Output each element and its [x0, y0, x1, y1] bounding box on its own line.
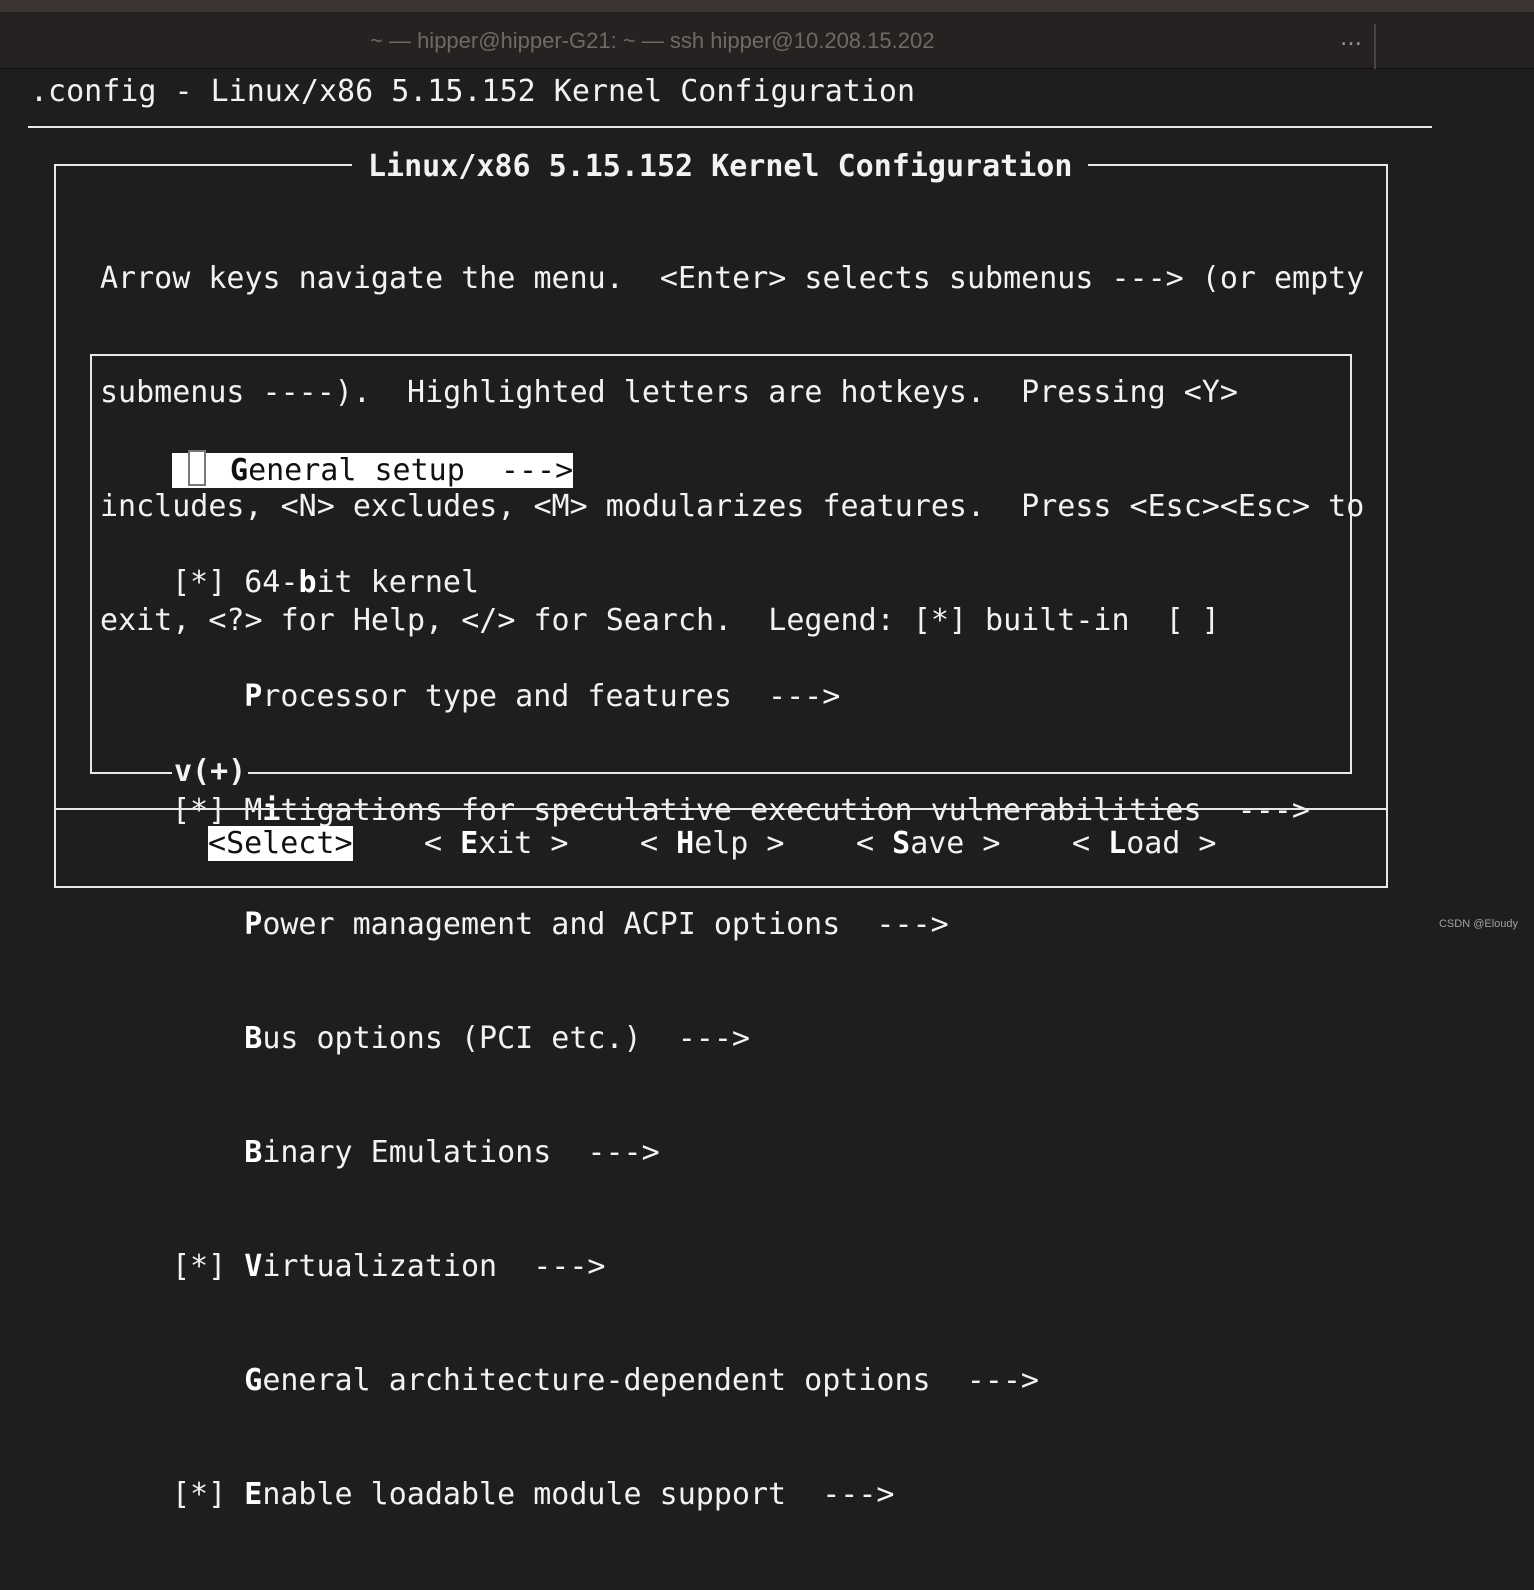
- button-bar: <Select> < Exit > < Help > < Save > < Lo…: [56, 826, 1386, 866]
- hotkey: P: [244, 907, 263, 942]
- hotkey: E: [244, 1477, 263, 1512]
- hotkey: H: [676, 826, 695, 861]
- cursor-icon: [188, 450, 206, 486]
- checkbox-built-in[interactable]: [*]: [172, 565, 244, 600]
- hotkey: L: [1108, 826, 1127, 861]
- bracket: >: [1180, 826, 1217, 861]
- title-rule: [28, 126, 1432, 128]
- hotkey: G: [230, 453, 249, 488]
- button-label: oad: [1126, 826, 1181, 861]
- menu-item-label: ower management and ACPI options --->: [262, 907, 949, 942]
- menu-item-label: rocessor type and features --->: [262, 679, 841, 714]
- hotkey: V: [244, 1249, 263, 1284]
- menu-item-prefix: [172, 907, 244, 942]
- config-title: .config - Linux/x86 5.15.152 Kernel Conf…: [30, 74, 916, 109]
- menu-item-label-pre: M: [244, 793, 263, 828]
- hotkey: B: [244, 1021, 263, 1056]
- menu-item-64bit-kernel[interactable]: [*] 64-bit kernel: [172, 564, 1310, 602]
- menuconfig-dialog: Linux/x86 5.15.152 Kernel Configuration …: [54, 149, 1388, 1512]
- menu-item-label: eneral setup --->: [248, 453, 574, 488]
- menu-item-label: irtualization --->: [262, 1249, 606, 1284]
- bracket: <: [1072, 826, 1109, 861]
- menu-item-label: us options (PCI etc.) --->: [262, 1021, 750, 1056]
- menu-item-binary-emulations[interactable]: Binary Emulations --->: [172, 1134, 1310, 1172]
- hotkey: E: [460, 826, 479, 861]
- menu-item-label: inary Emulations --->: [262, 1135, 660, 1170]
- menu-item-mitigations[interactable]: [*] Mitigations for speculative executio…: [172, 792, 1310, 830]
- menu-list: General setup ---> [*] 64-bit kernel Pro…: [172, 374, 1310, 1590]
- button-label: elp: [694, 826, 749, 861]
- hotkey: S: [892, 826, 911, 861]
- menu-item-prefix: [172, 1135, 244, 1170]
- menu-item-prefix: [172, 679, 244, 714]
- hotkey: G: [244, 1363, 263, 1398]
- button-separator: [56, 808, 1386, 810]
- bracket: >: [334, 826, 353, 861]
- checkbox-built-in[interactable]: [*]: [172, 1249, 244, 1284]
- menu-item-label: tigations for speculative execution vuln…: [280, 793, 1310, 828]
- checkbox-built-in[interactable]: [*]: [172, 1477, 244, 1512]
- button-label: Select: [226, 826, 335, 861]
- dialog-title: Linux/x86 5.15.152 Kernel Configuration: [352, 149, 1089, 184]
- menu-item-prefix: [172, 1363, 244, 1398]
- button-label: ave: [910, 826, 965, 861]
- hotkey: P: [244, 679, 263, 714]
- menu-item-label: nable loadable module support --->: [262, 1477, 895, 1512]
- menu-item-processor-type[interactable]: Processor type and features --->: [172, 678, 1310, 716]
- menu-item-label: it kernel: [316, 565, 480, 600]
- bracket: <: [208, 826, 227, 861]
- save-button[interactable]: < Save >: [856, 826, 1001, 861]
- help-line: Arrow keys navigate the menu. <Enter> se…: [100, 261, 1365, 296]
- menu-item-general-setup[interactable]: General setup --->: [172, 450, 1310, 488]
- hotkey: B: [244, 1135, 263, 1170]
- bracket: <: [856, 826, 893, 861]
- checkbox-built-in[interactable]: [*]: [172, 793, 244, 828]
- window-titlebar[interactable]: ~ — hipper@hipper-G21: ~ — ssh hipper@10…: [0, 12, 1534, 80]
- exit-button[interactable]: < Exit >: [424, 826, 569, 861]
- select-button[interactable]: <Select>: [208, 826, 353, 861]
- bracket: <: [424, 826, 461, 861]
- menu-item-bus-options[interactable]: Bus options (PCI etc.) --->: [172, 1020, 1310, 1058]
- bracket: <: [640, 826, 677, 861]
- window-top-strip: [0, 0, 1534, 12]
- menu-box: General setup ---> [*] 64-bit kernel Pro…: [90, 354, 1352, 1512]
- menu-item-general-architecture[interactable]: General architecture-dependent options -…: [172, 1362, 1310, 1400]
- menu-item-power-management[interactable]: Power management and ACPI options --->: [172, 906, 1310, 944]
- menu-item-loadable-modules[interactable]: [*] Enable loadable module support --->: [172, 1476, 1310, 1514]
- menu-item-label-pre: 64-: [244, 565, 299, 600]
- menu-item-prefix: [172, 1021, 244, 1056]
- load-button[interactable]: < Load >: [1072, 826, 1217, 861]
- bracket: >: [748, 826, 785, 861]
- more-options-icon[interactable]: …: [1340, 26, 1363, 51]
- hotkey: i: [262, 793, 281, 828]
- hotkey: b: [298, 565, 317, 600]
- window-title: ~ — hipper@hipper-G21: ~ — ssh hipper@10…: [370, 28, 935, 53]
- button-label: xit: [478, 826, 533, 861]
- scroll-more-indicator: v(+): [172, 754, 249, 789]
- menu-item-virtualization[interactable]: [*] Virtualization --->: [172, 1248, 1310, 1286]
- help-button[interactable]: < Help >: [640, 826, 785, 861]
- bracket: >: [532, 826, 569, 861]
- terminal-area[interactable]: .config - Linux/x86 5.15.152 Kernel Conf…: [0, 69, 1534, 1512]
- bracket: >: [964, 826, 1001, 861]
- watermark: CSDN @Eloudy: [1438, 918, 1518, 930]
- menu-item-label: eneral architecture-dependent options --…: [262, 1363, 1039, 1398]
